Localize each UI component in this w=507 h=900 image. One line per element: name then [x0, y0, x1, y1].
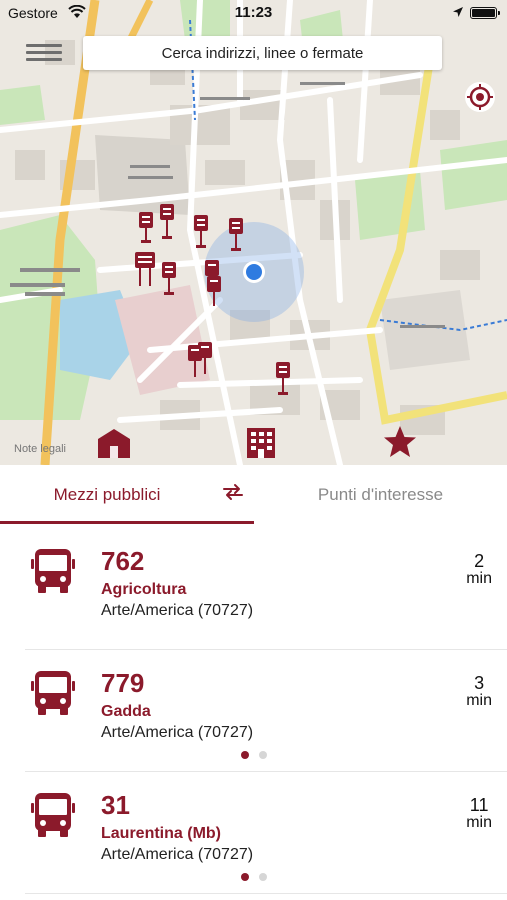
tab-bar: Mezzi pubblici Punti d'interesse [0, 466, 507, 524]
menu-button[interactable] [26, 40, 62, 66]
arrival-minutes: 2 [474, 551, 485, 571]
line-destination: Agricoltura [101, 581, 187, 598]
line-number: 779 [101, 668, 145, 698]
battery-icon [470, 7, 500, 19]
stop-name: Arte/America (70727) [101, 846, 254, 863]
arrival-time: 2 min [466, 552, 492, 588]
tab-public-transport[interactable]: Mezzi pubblici [0, 466, 254, 524]
arrival-time: 11 min [466, 796, 492, 832]
locate-me-icon[interactable] [464, 81, 496, 113]
clock: 11:23 [234, 4, 273, 21]
arrival-time: 3 min [466, 674, 492, 710]
tab-points-of-interest[interactable]: Punti d'interesse [254, 466, 507, 524]
page-dot-active [241, 873, 249, 881]
page-dot-active [241, 751, 249, 759]
arrival-minutes: 11 [469, 795, 489, 815]
stop-name: Arte/America (70727) [101, 602, 254, 619]
page-dot [259, 751, 267, 759]
stop-name: Arte/America (70727) [101, 724, 254, 741]
page-indicator[interactable] [241, 873, 267, 881]
arrivals-list: 762 Agricoltura Arte/America (70727) 2 m… [0, 528, 507, 894]
map-view[interactable]: Gestore 11:23 Cerca indirizzi, linee o f… [0, 0, 507, 465]
page-indicator[interactable] [241, 751, 267, 759]
line-destination: Gadda [101, 703, 151, 720]
line-number: 31 [101, 790, 130, 820]
arrival-unit: min [466, 692, 492, 709]
list-item[interactable]: 31 Laurentina (Mb) Arte/America (70727) … [25, 772, 507, 894]
legal-notice-link[interactable]: Note legali [14, 443, 66, 455]
active-tab-indicator [0, 521, 254, 524]
map-shortcuts [0, 424, 507, 464]
bus-icon [31, 793, 75, 837]
line-destination: Laurentina (Mb) [101, 825, 221, 842]
page-dot [259, 873, 267, 881]
bus-icon [31, 549, 75, 593]
search-input[interactable]: Cerca indirizzi, linee o fermate [83, 36, 442, 70]
arrival-unit: min [466, 814, 492, 831]
tab-label: Mezzi pubblici [53, 485, 161, 504]
location-arrow-icon [453, 7, 463, 17]
arrival-unit: min [466, 570, 492, 587]
list-item[interactable]: 779 Gadda Arte/America (70727) 3 min [25, 650, 507, 772]
list-item[interactable]: 762 Agricoltura Arte/America (70727) 2 m… [25, 528, 507, 650]
home-icon[interactable] [96, 424, 132, 460]
tab-label: Punti d'interesse [317, 485, 444, 504]
favorites-star-icon[interactable] [382, 424, 418, 460]
work-building-icon[interactable] [243, 424, 279, 460]
bus-icon [31, 671, 75, 715]
swap-direction-icon[interactable] [221, 482, 245, 502]
arrival-minutes: 3 [474, 673, 485, 693]
status-bar: Gestore 11:23 [0, 0, 507, 26]
line-number: 762 [101, 546, 145, 576]
